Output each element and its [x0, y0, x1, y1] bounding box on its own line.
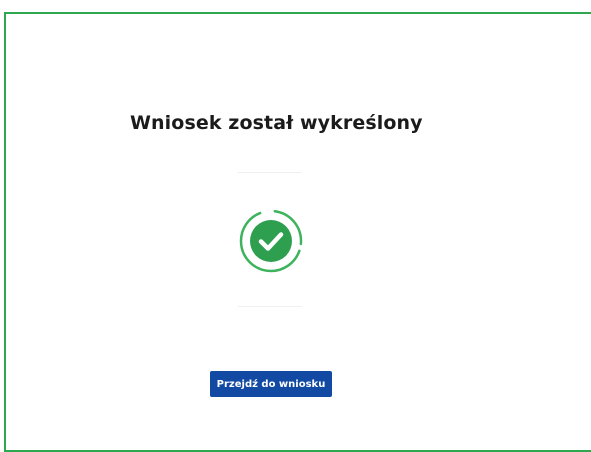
- result-panel: Wniosek został wykreślony Przejdź do wni…: [4, 12, 591, 452]
- check-circle-icon: [238, 208, 304, 274]
- divider-bottom: [238, 306, 302, 307]
- page-title: Wniosek został wykreślony: [130, 112, 423, 134]
- go-to-application-button[interactable]: Przejdź do wniosku: [210, 371, 332, 397]
- divider-top: [238, 172, 302, 173]
